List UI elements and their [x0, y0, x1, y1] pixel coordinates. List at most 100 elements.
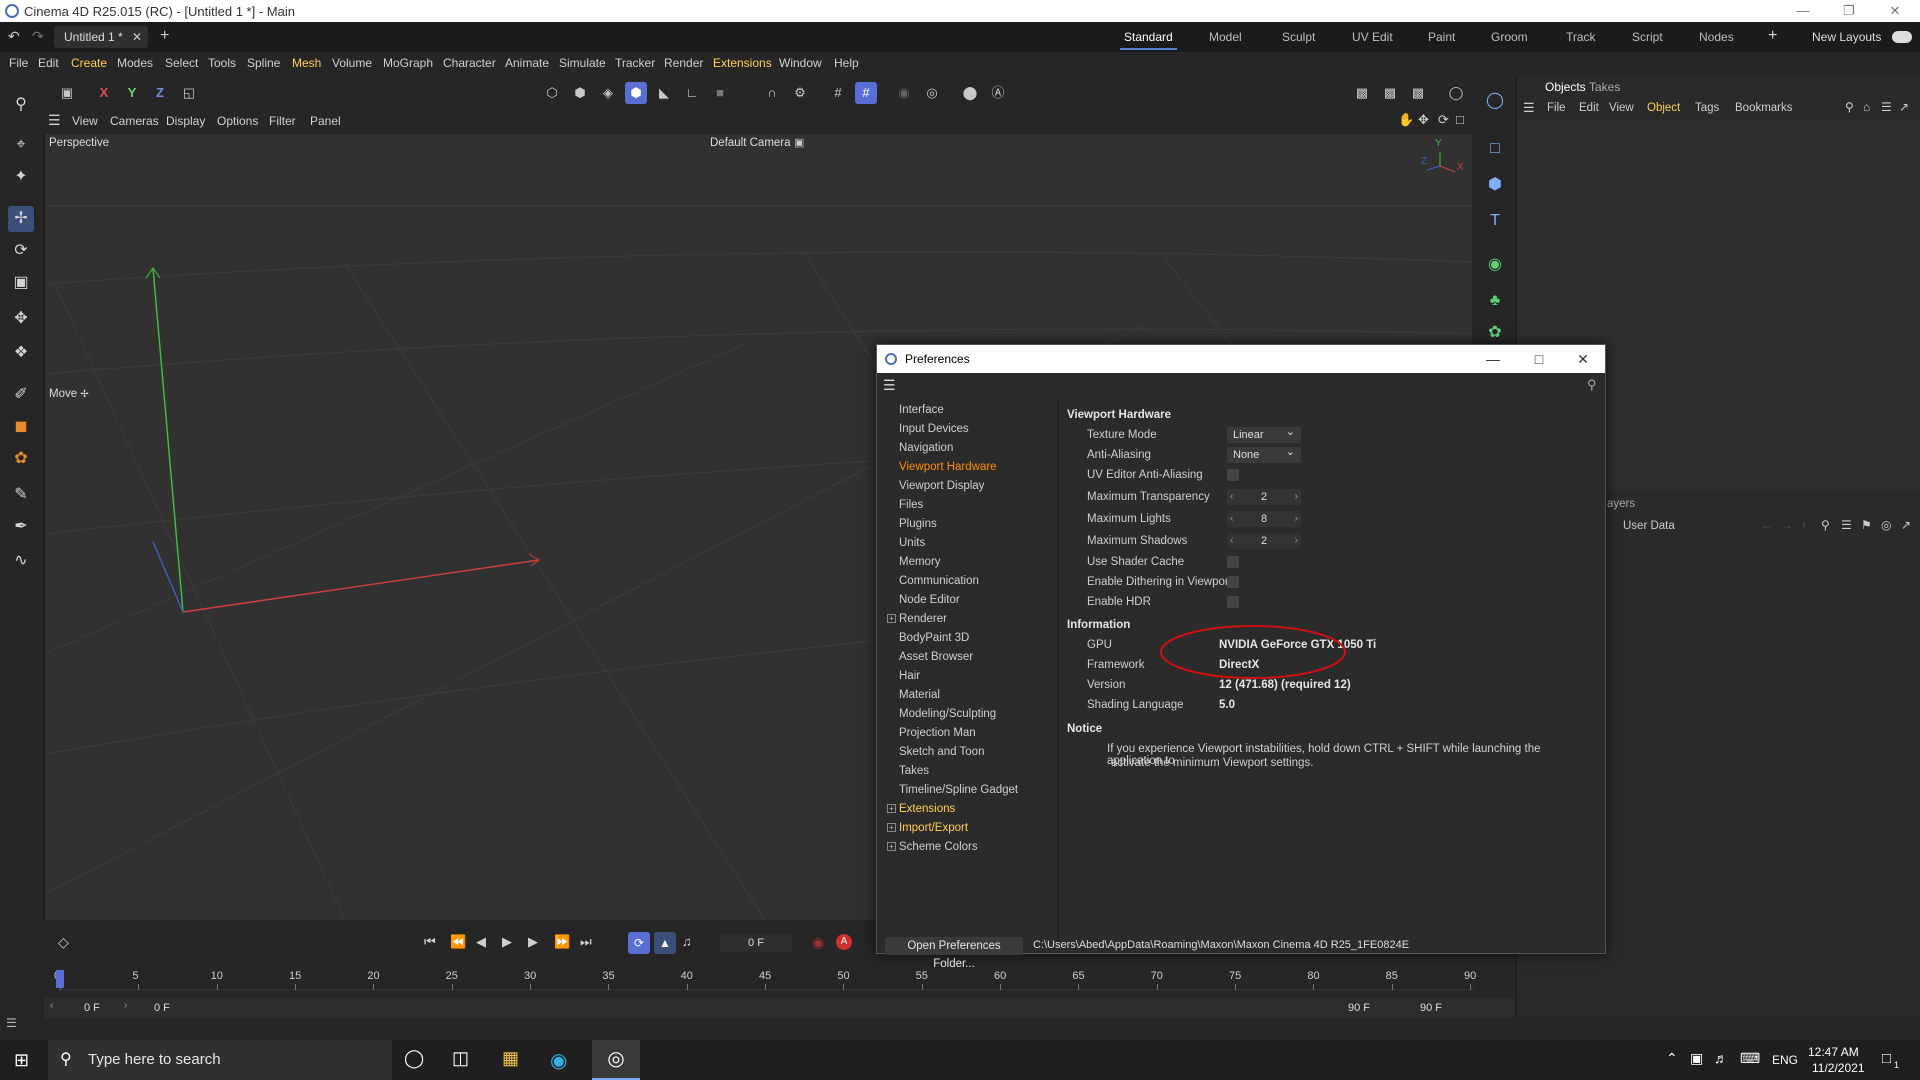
objects-hamburger-icon[interactable]: ☰ [1523, 100, 1535, 116]
viewport-camera-label[interactable]: Default Camera [710, 137, 791, 149]
viewport-menu-options[interactable]: Options [217, 114, 258, 128]
taskbar-search-box[interactable]: ⚲ Type here to search [48, 1040, 392, 1080]
objects-menu-bookmarks[interactable]: Bookmarks [1735, 102, 1793, 114]
pref-category-files[interactable]: Files [887, 496, 1047, 515]
dithering-checkbox[interactable] [1227, 576, 1239, 588]
camera-link-icon[interactable]: ▣ [794, 136, 804, 149]
sphere-icon[interactable]: ◯ [1445, 82, 1467, 104]
texture-mode-icon[interactable]: ■ [709, 82, 731, 104]
range-left-arrow[interactable]: ‹ [50, 1000, 53, 1011]
max-lights-field[interactable]: ‹ 8 › [1227, 511, 1301, 527]
notification-icon[interactable]: □ [1882, 1050, 1891, 1067]
attr-forward-icon[interactable]: → [1781, 518, 1793, 532]
cube-object-icon[interactable]: ⬢ [1482, 172, 1508, 198]
increment-icon[interactable]: › [1295, 489, 1298, 505]
camera-object-icon[interactable]: ◉ [1482, 252, 1508, 278]
layout-paint[interactable]: Paint [1428, 22, 1455, 52]
preferences-minimize-button[interactable]: — [1471, 345, 1515, 373]
pref-category-scheme-colors[interactable]: + Scheme Colors [887, 838, 1047, 857]
points-mode-icon[interactable]: ◈ [597, 82, 619, 104]
objects-menu-edit[interactable]: Edit [1579, 102, 1599, 114]
preferences-close-button[interactable]: ✕ [1561, 345, 1605, 373]
file-explorer-icon[interactable]: ▦ [502, 1048, 519, 1069]
render-region-icon[interactable]: ◉ [893, 82, 915, 104]
language-indicator[interactable]: ENG [1772, 1053, 1798, 1067]
text-object-icon[interactable]: T [1482, 208, 1508, 234]
menu-create[interactable]: Create [71, 56, 107, 70]
viewport-menu-display[interactable]: Display [166, 114, 205, 128]
workplane-snap-icon[interactable]: # [855, 82, 877, 104]
next-key-icon[interactable]: ⏩ [554, 934, 570, 950]
pref-category-hair[interactable]: Hair [887, 667, 1047, 686]
new-layouts-label[interactable]: New Layouts [1812, 30, 1881, 44]
pref-category-takes[interactable]: Takes [887, 762, 1047, 781]
minimize-window-button[interactable]: — [1780, 0, 1826, 22]
attr-filter-icon[interactable]: ☰ [1841, 518, 1852, 532]
pref-category-memory[interactable]: Memory [887, 553, 1047, 572]
layout-sculpt[interactable]: Sculpt [1282, 22, 1315, 52]
lock-x-axis-button[interactable]: X [93, 82, 115, 104]
texture-mode-dropdown[interactable]: Linear [1227, 424, 1301, 443]
render-view-icon[interactable]: ▩ [1351, 82, 1373, 104]
pref-category-viewport-hardware[interactable]: Viewport Hardware [887, 458, 1047, 477]
toggle-view-icon[interactable]: □ [1456, 112, 1464, 127]
range-end-value[interactable]: 90 F [1348, 1002, 1370, 1014]
layout-standard[interactable]: Standard [1120, 22, 1177, 52]
knife-tool-icon[interactable]: ✐ [8, 382, 34, 408]
menu-edit[interactable]: Edit [38, 56, 59, 70]
pref-category-interface[interactable]: Interface [887, 401, 1047, 420]
extrude-tool-icon[interactable]: ◼ [8, 414, 34, 440]
loop-icon[interactable]: ⟳ [628, 932, 650, 954]
layout-track[interactable]: Track [1566, 22, 1596, 52]
close-window-button[interactable]: ✕ [1872, 0, 1918, 22]
add-layout-button[interactable]: + [1768, 27, 1777, 45]
layers-tab[interactable]: ayers [1607, 498, 1635, 510]
dolly-view-icon[interactable]: ✥ [1418, 112, 1429, 128]
object-manager-icon[interactable]: ◯ [1482, 88, 1508, 114]
transform-tool-icon[interactable]: ✥ [8, 306, 34, 332]
autokey-icon[interactable]: A [836, 934, 852, 950]
menu-extensions[interactable]: Extensions [713, 56, 772, 70]
snap-tool-icon[interactable]: ❖ [8, 340, 34, 366]
lock-z-axis-button[interactable]: Z [149, 82, 171, 104]
search-icon[interactable]: ⚲ [8, 92, 34, 118]
volume-icon[interactable]: ♬ [1714, 1050, 1728, 1066]
record-icon[interactable]: ◉ [812, 934, 824, 951]
range-start-value[interactable]: 0 F [154, 1002, 170, 1014]
open-preferences-folder-button[interactable]: Open Preferences Folder... [885, 937, 1023, 970]
pref-category-plugins[interactable]: Plugins [887, 515, 1047, 534]
windows-start-icon[interactable]: ⊞ [14, 1050, 29, 1071]
layout-groom[interactable]: Groom [1491, 22, 1528, 52]
cinema4d-taskbar-icon[interactable]: ◎ [592, 1040, 640, 1080]
menu-animate[interactable]: Animate [505, 56, 549, 70]
keyframe-diamond-icon[interactable]: ◇ [58, 934, 69, 951]
grid-snap-icon[interactable]: # [827, 82, 849, 104]
pref-category-renderer[interactable]: + Renderer [887, 610, 1047, 629]
menu-mesh[interactable]: Mesh [292, 56, 321, 70]
objects-tab[interactable]: Objects [1545, 80, 1586, 94]
pref-category-import-export[interactable]: + Import/Export [887, 819, 1047, 838]
pref-category-navigation[interactable]: Navigation [887, 439, 1047, 458]
attr-newwindow-icon[interactable]: ↗ [1901, 518, 1911, 532]
effector-object-icon[interactable]: ✿ [1482, 320, 1508, 346]
menu-simulate[interactable]: Simulate [559, 56, 606, 70]
status-bar-menu-icon[interactable]: ☰ [6, 1016, 17, 1030]
pref-category-node-editor[interactable]: Node Editor [887, 591, 1047, 610]
objects-search-icon[interactable]: ⚲ [1845, 100, 1854, 114]
layout-uv-edit[interactable]: UV Edit [1352, 22, 1393, 52]
decrement-icon[interactable]: ‹ [1230, 489, 1233, 505]
menu-volume[interactable]: Volume [332, 56, 372, 70]
go-to-start-icon[interactable]: ⏮ [424, 934, 436, 950]
expand-plus-icon[interactable]: + [887, 842, 896, 851]
pref-category-bodypaint-3d[interactable]: BodyPaint 3D [887, 629, 1047, 648]
objects-home-icon[interactable]: ⌂ [1863, 100, 1870, 114]
objects-menu-view[interactable]: View [1609, 102, 1634, 114]
menu-help[interactable]: Help [834, 56, 859, 70]
attr-back-icon[interactable]: ← [1761, 518, 1773, 532]
pref-category-modeling-sculpting[interactable]: Modeling/Sculpting [887, 705, 1047, 724]
playhead[interactable] [56, 970, 64, 988]
autokey-mode-icon[interactable]: ▲ [654, 932, 676, 954]
max-shadows-field[interactable]: ‹ 2 › [1227, 533, 1301, 549]
layout-model[interactable]: Model [1209, 22, 1242, 52]
move-tool-icon[interactable]: ✢ [8, 206, 34, 232]
